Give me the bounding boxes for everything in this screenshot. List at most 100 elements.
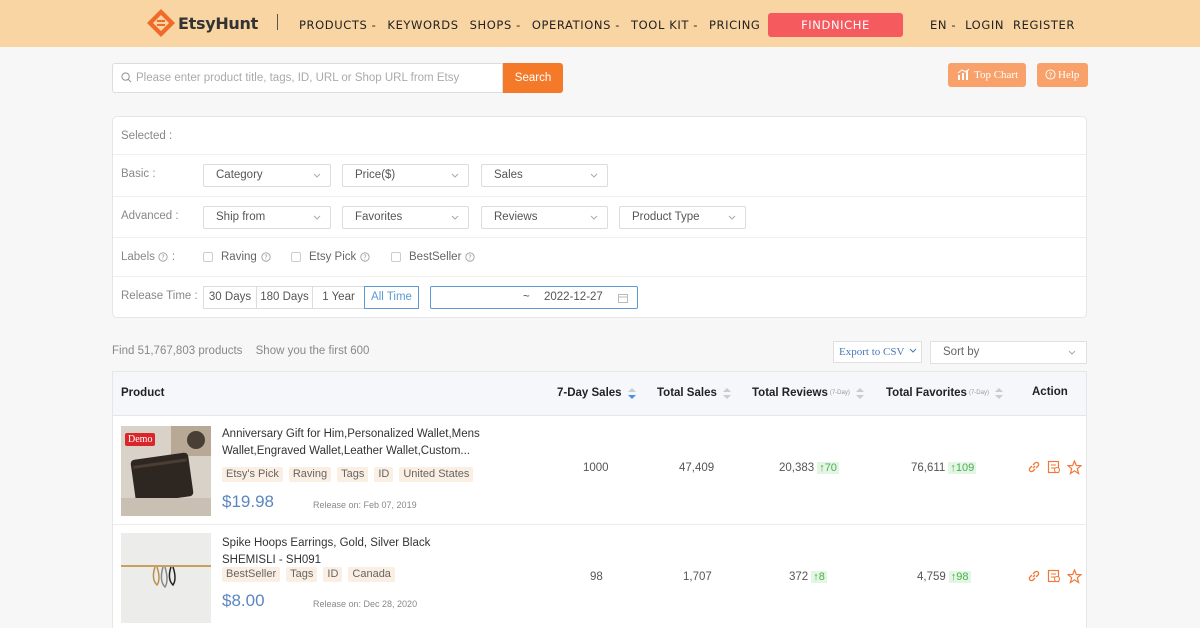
product-tags: Etsy's Pick Raving Tags ID United States xyxy=(222,467,479,482)
tag-id[interactable]: ID xyxy=(374,467,394,482)
product-image[interactable] xyxy=(121,533,211,623)
table-row[interactable]: Spike Hoops Earrings, Gold, Silver Black… xyxy=(113,525,1086,628)
raving-checkbox[interactable]: Raving ? xyxy=(203,251,271,263)
language-selector[interactable]: EN - xyxy=(930,18,956,32)
tag-id[interactable]: ID xyxy=(323,567,343,582)
total-reviews: 20,383 ↑70 xyxy=(779,462,839,474)
checkbox-box xyxy=(391,252,401,262)
calendar-icon xyxy=(618,294,628,303)
nav-operations[interactable]: OPERATIONS - xyxy=(532,18,620,32)
nav-shops[interactable]: SHOPS - xyxy=(470,18,521,32)
sales-dropdown[interactable]: Sales xyxy=(481,164,608,187)
nav-products[interactable]: PRODUCTS - xyxy=(299,18,376,32)
release-all-time[interactable]: All Time xyxy=(364,286,419,309)
help-label: Help xyxy=(1058,69,1080,81)
reviews-dropdown-label: Reviews xyxy=(494,211,538,223)
release-180-days[interactable]: 180 Days xyxy=(256,286,313,309)
checkbox-box xyxy=(203,252,213,262)
link-icon[interactable] xyxy=(1027,460,1041,474)
category-dropdown[interactable]: Category xyxy=(203,164,331,187)
row-actions xyxy=(1027,569,1086,584)
reviews-dropdown[interactable]: Reviews xyxy=(481,206,608,229)
favorites-dropdown[interactable]: Favorites xyxy=(342,206,469,229)
chevron-down-icon xyxy=(1068,350,1076,355)
results-found: Find 51,767,803 products xyxy=(112,345,243,357)
header-total-sales[interactable]: Total Sales xyxy=(657,387,731,399)
report-icon[interactable] xyxy=(1047,569,1061,583)
product-image[interactable]: Demo xyxy=(121,426,211,516)
header-total-favorites[interactable]: Total Favorites (7-Day) xyxy=(886,387,1003,399)
login-link[interactable]: LOGIN xyxy=(965,18,1004,32)
link-icon[interactable] xyxy=(1027,569,1041,583)
tag-etsys-pick: Etsy's Pick xyxy=(222,467,283,482)
export-csv-label: Export to CSV xyxy=(839,346,905,358)
chevron-down-icon xyxy=(313,215,321,220)
header-total-favorites-label: Total Favorites xyxy=(886,387,967,399)
header-total-sales-label: Total Sales xyxy=(657,387,717,399)
nav-toolkit[interactable]: TOOL KIT - xyxy=(631,18,698,32)
etsy-pick-checkbox[interactable]: Etsy Pick ? xyxy=(291,251,370,263)
question-icon: ? xyxy=(261,252,271,262)
help-button[interactable]: ? Help xyxy=(1037,63,1088,87)
brand-logo[interactable]: EtsyHunt xyxy=(146,8,258,38)
account-nav: EN - LOGIN REGISTER xyxy=(930,18,1084,32)
svg-text:?: ? xyxy=(364,254,368,262)
export-csv-button[interactable]: Export to CSV xyxy=(833,341,922,363)
sort-icon xyxy=(855,387,864,399)
reviews-delta: ↑70 xyxy=(817,462,839,474)
nav-keywords[interactable]: KEYWORDS xyxy=(387,18,458,32)
star-icon[interactable] xyxy=(1067,460,1082,475)
table-row[interactable]: Demo Anniversary Gift for Him,Personaliz… xyxy=(113,416,1086,525)
question-icon: ? xyxy=(360,252,370,262)
tag-tags[interactable]: Tags xyxy=(337,467,369,482)
total-reviews-value: 372 xyxy=(789,571,809,583)
header-total-favorites-sub: (7-Day) xyxy=(968,390,989,396)
question-icon: ? xyxy=(465,252,476,262)
release-date: Release on: Dec 28, 2020 xyxy=(313,599,418,609)
report-icon[interactable] xyxy=(1047,460,1061,474)
findniche-button[interactable]: FINDNICHE xyxy=(768,13,903,37)
date-range-picker[interactable]: ~ 2022-12-27 xyxy=(430,286,638,309)
selected-label: Selected : xyxy=(121,130,173,142)
products-table: Product 7-Day Sales Total Sales Total Re… xyxy=(112,371,1087,628)
selected-row: Selected : xyxy=(113,117,1088,155)
nav-divider xyxy=(277,14,278,30)
sort-icon xyxy=(722,387,731,399)
tag-bestseller: BestSeller xyxy=(222,567,281,582)
sort-by-dropdown[interactable]: Sort by xyxy=(930,341,1087,364)
chevron-down-icon xyxy=(590,173,598,178)
release-30-days[interactable]: 30 Days xyxy=(203,286,257,309)
total-reviews: 372 ↑8 xyxy=(789,571,827,583)
search-input[interactable] xyxy=(136,64,496,92)
results-shown: Show you the first 600 xyxy=(255,345,370,357)
header-total-reviews[interactable]: Total Reviews (7-Day) xyxy=(752,387,864,399)
seven-day-sales: 98 xyxy=(590,571,603,583)
register-link[interactable]: REGISTER xyxy=(1013,18,1075,32)
price-dropdown[interactable]: Price($) xyxy=(342,164,469,187)
advanced-label: Advanced : xyxy=(121,210,179,222)
tag-country: Canada xyxy=(348,567,395,582)
top-chart-button[interactable]: Top Chart xyxy=(948,63,1026,87)
star-icon[interactable] xyxy=(1067,569,1082,584)
raving-checkbox-label: Raving xyxy=(221,251,257,263)
release-1-year[interactable]: 1 Year xyxy=(312,286,365,309)
ship-from-dropdown-label: Ship from xyxy=(216,211,266,223)
header-total-reviews-sub: (7-Day) xyxy=(829,390,850,396)
price-dropdown-label: Price($) xyxy=(355,169,396,181)
ship-from-dropdown[interactable]: Ship from xyxy=(203,206,331,229)
advanced-filter-row: Advanced : Ship from Favorites Reviews P… xyxy=(113,197,1088,238)
product-price: $19.98 xyxy=(222,492,274,511)
tag-tags[interactable]: Tags xyxy=(286,567,318,582)
product-type-dropdown[interactable]: Product Type xyxy=(619,206,746,229)
search-box xyxy=(112,63,503,93)
bestseller-checkbox-label: BestSeller xyxy=(409,251,462,263)
search-button[interactable]: Search xyxy=(503,63,563,93)
total-sales: 1,707 xyxy=(683,571,712,583)
product-title[interactable]: Spike Hoops Earrings, Gold, Silver Black… xyxy=(222,535,482,569)
logo-mark-icon xyxy=(147,9,175,37)
bestseller-checkbox[interactable]: BestSeller ? xyxy=(391,251,476,263)
nav-pricing[interactable]: PRICING xyxy=(709,18,760,32)
header-7day-sales[interactable]: 7-Day Sales xyxy=(557,387,636,399)
product-title[interactable]: Anniversary Gift for Him,Personalized Wa… xyxy=(222,426,482,460)
main-nav: PRODUCTS - KEYWORDS SHOPS - OPERATIONS -… xyxy=(299,18,771,32)
